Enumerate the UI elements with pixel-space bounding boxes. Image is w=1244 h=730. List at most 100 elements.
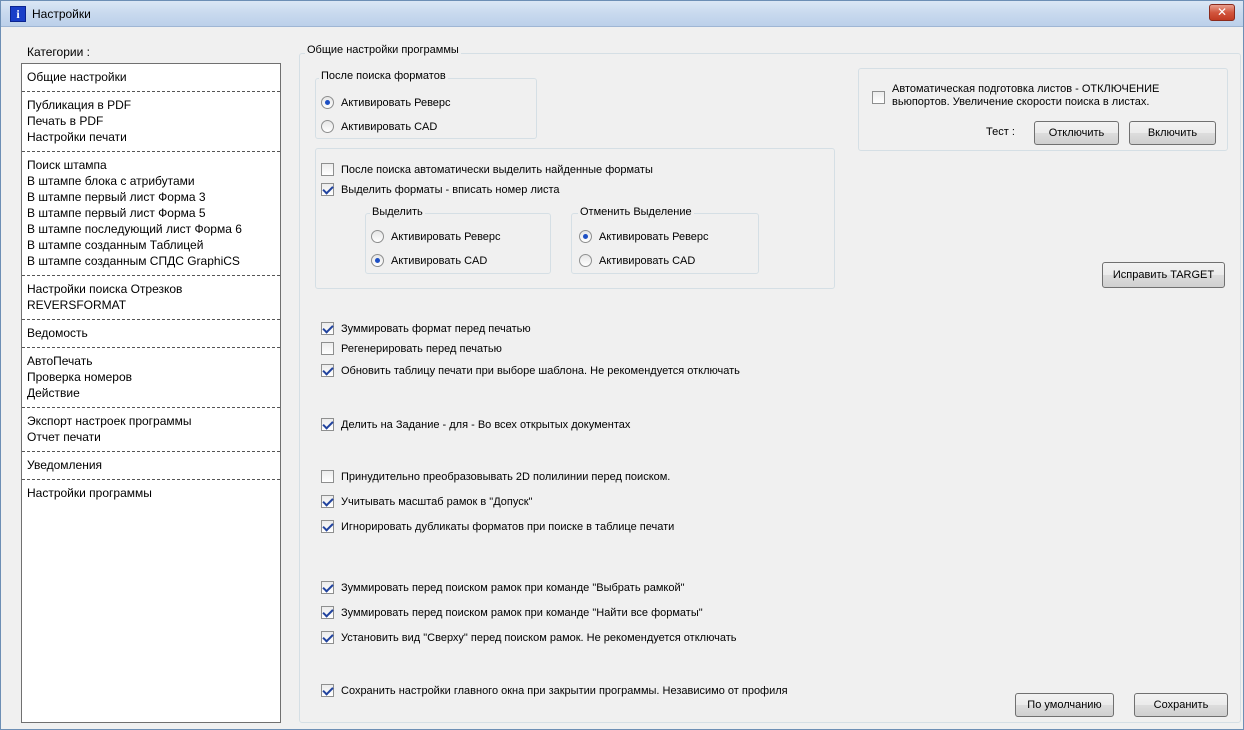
checkbox-box[interactable] xyxy=(321,470,334,483)
setting-checkbox[interactable]: Делить на Задание - для - Во всех открыт… xyxy=(321,418,630,431)
checkbox-label: Сохранить настройки главного окна при за… xyxy=(341,684,788,697)
category-group: Уведомления xyxy=(22,452,280,480)
setting-checkbox[interactable]: Зуммировать перед поиском рамок при кома… xyxy=(321,606,703,619)
category-item[interactable]: REVERSFORMAT xyxy=(27,297,280,313)
select-frame-title: Выделить xyxy=(370,206,425,218)
category-item[interactable]: Настройки печати xyxy=(27,129,280,145)
category-group: АвтоПечать Проверка номеров Действие xyxy=(22,348,280,408)
radio-indicator[interactable] xyxy=(579,254,592,267)
category-item[interactable]: Уведомления xyxy=(27,457,280,473)
checkbox-box[interactable] xyxy=(872,91,885,104)
setting-checkbox[interactable]: Зуммировать перед поиском рамок при кома… xyxy=(321,581,685,594)
after-search-reverse-radio[interactable]: Активировать Реверс xyxy=(321,96,451,109)
settings-window: i Настройки ✕ Категории : Общие настройк… xyxy=(0,0,1244,730)
setting-checkbox[interactable]: Обновить таблицу печати при выборе шабло… xyxy=(321,364,740,377)
radio-indicator[interactable] xyxy=(371,230,384,243)
fix-target-button[interactable]: Исправить TARGET xyxy=(1102,262,1225,288)
radio-label: Активировать Реверс xyxy=(599,230,709,243)
checkbox-box[interactable] xyxy=(321,183,334,196)
radio-label: Активировать CAD xyxy=(599,254,696,267)
category-item[interactable]: В штампе созданным Таблицей xyxy=(27,237,280,253)
setting-checkbox[interactable]: Учитывать масштаб рамок в "Допуск" xyxy=(321,495,532,508)
category-item[interactable]: Отчет печати xyxy=(27,429,280,445)
checkbox-label: Учитывать масштаб рамок в "Допуск" xyxy=(341,495,533,508)
category-item[interactable]: Публикация в PDF xyxy=(27,97,280,113)
category-item[interactable]: Поиск штампа xyxy=(27,157,280,173)
category-group: Поиск штампа В штампе блока с атрибутами В… xyxy=(22,152,280,276)
category-item[interactable]: Общие настройки xyxy=(27,69,280,85)
setting-checkbox[interactable]: Принудительно преобразовывать 2D полилин… xyxy=(321,470,670,483)
radio-indicator[interactable] xyxy=(371,254,384,267)
checkbox-label: Принудительно преобразовывать 2D полилин… xyxy=(341,470,671,483)
checkbox-label: Зуммировать перед поиском рамок при кома… xyxy=(341,581,685,594)
radio-label: Активировать CAD xyxy=(341,120,438,133)
checkbox-box[interactable] xyxy=(321,631,334,644)
checkbox-box[interactable] xyxy=(321,163,334,176)
category-item[interactable]: В штампе первый лист Форма 3 xyxy=(27,189,280,205)
radio-indicator[interactable] xyxy=(321,120,334,133)
categories-label: Категории : xyxy=(27,45,90,59)
enable-button[interactable]: Включить xyxy=(1129,121,1216,145)
checkbox-label: Игнорировать дубликаты форматов при поис… xyxy=(341,520,675,533)
checkbox-box[interactable] xyxy=(321,495,334,508)
checkbox-box[interactable] xyxy=(321,520,334,533)
category-group: Публикация в PDF Печать в PDF Настройки пе… xyxy=(22,92,280,152)
setting-checkbox[interactable]: Зуммировать формат перед печатью xyxy=(321,322,531,335)
checkbox-box[interactable] xyxy=(321,322,334,335)
after-search-title: После поиска форматов xyxy=(319,70,448,82)
category-group: Настройки поиска Отрезков REVERSFORMAT xyxy=(22,276,280,320)
auto-prep-checkbox[interactable]: Автоматическая подготовка листов - ОТКЛЮ… xyxy=(872,83,1159,109)
deselect-cad-radio[interactable]: Активировать CAD xyxy=(579,254,695,267)
setting-checkbox[interactable]: Регенерировать перед печатью xyxy=(321,342,502,355)
category-item[interactable]: Настройки поиска Отрезков xyxy=(27,281,280,297)
checkbox-box[interactable] xyxy=(321,684,334,697)
setting-checkbox[interactable]: Игнорировать дубликаты форматов при поис… xyxy=(321,520,674,533)
checkbox-label: Регенерировать перед печатью xyxy=(341,342,502,355)
select-cad-radio[interactable]: Активировать CAD xyxy=(371,254,487,267)
save-button[interactable]: Сохранить xyxy=(1134,693,1228,717)
deselect-reverse-radio[interactable]: Активировать Реверс xyxy=(579,230,709,243)
category-item[interactable]: В штампе последующий лист Форма 6 xyxy=(27,221,280,237)
checkbox-label: Выделить форматы - вписать номер листа xyxy=(341,183,560,196)
checkbox-box[interactable] xyxy=(321,364,334,377)
title-bar[interactable]: i Настройки ✕ xyxy=(1,1,1243,27)
checkbox-box[interactable] xyxy=(321,581,334,594)
category-item[interactable]: В штампе созданным СПДС GraphiCS xyxy=(27,253,280,269)
checkbox-label: Установить вид "Сверху" перед поиском ра… xyxy=(341,631,737,644)
category-item[interactable]: АвтоПечать xyxy=(27,353,280,369)
select-reverse-radio[interactable]: Активировать Реверс xyxy=(371,230,501,243)
checkbox-label: После поиска автоматически выделить найд… xyxy=(341,163,653,176)
test-label: Тест : xyxy=(986,126,1015,138)
setting-checkbox[interactable]: Сохранить настройки главного окна при за… xyxy=(321,684,788,697)
checkbox-box[interactable] xyxy=(321,342,334,355)
setting-checkbox[interactable]: Установить вид "Сверху" перед поиском ра… xyxy=(321,631,736,644)
close-button[interactable]: ✕ xyxy=(1209,4,1235,21)
category-item[interactable]: Ведомость xyxy=(27,325,280,341)
radio-label: Активировать Реверс xyxy=(341,96,451,109)
categories-list[interactable]: Общие настройки Публикация в PDF Печать в … xyxy=(21,63,281,723)
category-item[interactable]: Печать в PDF xyxy=(27,113,280,129)
category-item[interactable]: Действие xyxy=(27,385,280,401)
radio-label: Активировать Реверс xyxy=(391,230,501,243)
checkbox-box[interactable] xyxy=(321,418,334,431)
deselect-frame-title: Отменить Выделение xyxy=(578,206,694,218)
default-button[interactable]: По умолчанию xyxy=(1015,693,1114,717)
category-item[interactable]: Экспорт настроек программы xyxy=(27,413,280,429)
window-title: Настройки xyxy=(32,7,91,21)
category-item[interactable]: Проверка номеров xyxy=(27,369,280,385)
auto-select-checkbox[interactable]: После поиска автоматически выделить найд… xyxy=(321,163,653,176)
category-item[interactable]: В штампе блока с атрибутами xyxy=(27,173,280,189)
category-item[interactable]: Настройки программы xyxy=(27,485,280,501)
category-group: Настройки программы xyxy=(22,480,280,507)
after-search-cad-radio[interactable]: Активировать CAD xyxy=(321,120,437,133)
category-item[interactable]: В штампе первый лист Форма 5 xyxy=(27,205,280,221)
radio-indicator[interactable] xyxy=(321,96,334,109)
checkbox-box[interactable] xyxy=(321,606,334,619)
app-info-icon: i xyxy=(10,6,26,22)
radio-label: Активировать CAD xyxy=(391,254,488,267)
checkbox-label: Зуммировать перед поиском рамок при кома… xyxy=(341,606,703,619)
radio-indicator[interactable] xyxy=(579,230,592,243)
auto-prep-line-1: Автоматическая подготовка листов - ОТКЛЮ… xyxy=(892,83,1160,95)
disable-button[interactable]: Отключить xyxy=(1034,121,1119,145)
select-insert-checkbox[interactable]: Выделить форматы - вписать номер листа xyxy=(321,183,560,196)
